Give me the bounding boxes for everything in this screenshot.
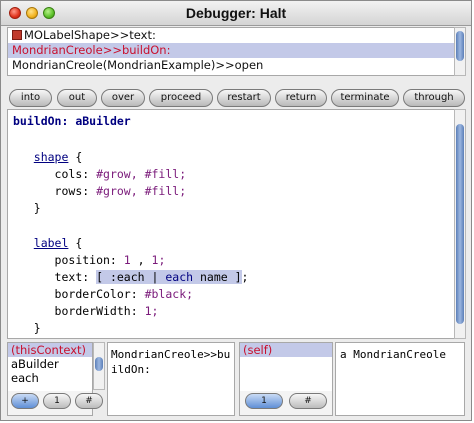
receiver-hash-button[interactable]: # xyxy=(289,393,327,409)
code-scrollbar[interactable] xyxy=(454,109,466,339)
into-button[interactable]: into xyxy=(9,89,52,107)
source-code-pane[interactable]: buildOn: aBuilder shape { cols: #grow, #… xyxy=(7,109,455,339)
code-variable: each xyxy=(165,270,194,284)
code-brace: } xyxy=(33,321,41,335)
receiver-one-button[interactable]: 1 xyxy=(245,393,283,409)
through-button[interactable]: through xyxy=(403,89,465,107)
code-keyword: cols: xyxy=(54,167,90,181)
label-message: label xyxy=(33,236,69,250)
method-selector: buildOn: xyxy=(13,114,69,128)
shape-message: shape xyxy=(33,150,69,164)
code-literal: 1 xyxy=(123,253,131,267)
code-line: } xyxy=(13,201,41,215)
stack-frame-item-selected[interactable]: MondrianCreole>>buildOn: xyxy=(8,43,454,58)
current-execution-highlight[interactable]: [ :each | each name ] xyxy=(96,270,242,284)
code-literal: #black; xyxy=(144,287,194,301)
context-item[interactable]: each xyxy=(8,371,92,385)
code-line: borderWidth: 1; xyxy=(13,304,159,318)
context-scrollbar[interactable] xyxy=(93,342,105,390)
code-line: } xyxy=(13,321,41,335)
context-item-selected[interactable]: (thisContext) xyxy=(8,343,92,357)
code-line: borderColor: #black; xyxy=(13,287,194,301)
stack-frame-list[interactable]: MOLabelShape>>text: MondrianCreole>>buil… xyxy=(7,27,455,76)
context-scroll-thumb[interactable] xyxy=(95,357,103,371)
code-line: buildOn: aBuilder xyxy=(13,114,131,128)
code-keyword: borderWidth: xyxy=(54,304,138,318)
code-literal: 1; xyxy=(151,253,166,267)
code-block-end: name ] xyxy=(193,270,242,284)
code-punctuation: , xyxy=(137,253,145,267)
stack-scrollbar[interactable] xyxy=(454,27,466,76)
context-add-button[interactable]: + xyxy=(11,393,39,409)
stack-frame-item[interactable]: MondrianCreole(MondrianExample)>>open xyxy=(8,58,454,73)
window-title: Debugger: Halt xyxy=(185,5,287,21)
code-brace: } xyxy=(33,201,41,215)
code-line: cols: #grow, #fill; xyxy=(13,167,187,181)
out-button[interactable]: out xyxy=(57,89,97,107)
receiver-value-pane[interactable]: a MondrianCreole xyxy=(335,342,465,416)
receiver-value-text: a MondrianCreole xyxy=(340,348,446,361)
code-line: shape { xyxy=(13,150,83,164)
code-brace: { xyxy=(75,236,83,250)
code-brace: { xyxy=(75,150,83,164)
stack-frame-label: MondrianCreole(MondrianExample)>>open xyxy=(12,58,264,72)
method-argument: aBuilder xyxy=(75,114,131,128)
debugger-window: Debugger: Halt MOLabelShape>>text: Mondr… xyxy=(0,0,472,421)
code-line: text: [ :each | each name ]; xyxy=(13,270,248,284)
context-item[interactable]: aBuilder xyxy=(8,357,92,371)
terminate-button[interactable]: terminate xyxy=(331,89,399,107)
context-hash-button[interactable]: # xyxy=(75,393,103,409)
code-literal: 1; xyxy=(144,304,159,318)
stack-scroll-thumb[interactable] xyxy=(456,31,464,61)
code-line: position: 1 , 1; xyxy=(13,253,166,267)
stack-frame-label: MOLabelShape>>text: xyxy=(24,28,156,42)
code-keyword: rows: xyxy=(54,184,90,198)
context-value-pane[interactable]: MondrianCreole>>buildOn: xyxy=(107,342,235,416)
code-line: rows: #grow, #fill; xyxy=(13,184,187,198)
code-block-start: [ :each | xyxy=(96,270,166,284)
code-literal: #grow, #fill; xyxy=(96,184,187,198)
code-punctuation: ; xyxy=(241,270,249,284)
context-one-button[interactable]: 1 xyxy=(43,393,71,409)
return-button[interactable]: return xyxy=(275,89,327,107)
code-scroll-thumb[interactable] xyxy=(456,124,464,324)
code-line: label { xyxy=(13,236,83,250)
code-literal: #grow, #fill; xyxy=(96,167,187,181)
stack-frame-item[interactable]: MOLabelShape>>text: xyxy=(8,28,454,43)
code-keyword: text: xyxy=(54,270,90,284)
proceed-button[interactable]: proceed xyxy=(149,89,213,107)
title-bar: Debugger: Halt xyxy=(1,1,471,26)
code-keyword: borderColor: xyxy=(54,287,138,301)
restart-button[interactable]: restart xyxy=(217,89,271,107)
over-button[interactable]: over xyxy=(101,89,145,107)
receiver-item-selected[interactable]: (self) xyxy=(240,343,332,357)
context-value-text: MondrianCreole>>buildOn: xyxy=(111,348,231,376)
stack-frame-label: MondrianCreole>>buildOn: xyxy=(12,43,171,57)
error-frame-icon xyxy=(12,30,22,40)
code-keyword: position: xyxy=(54,253,117,267)
